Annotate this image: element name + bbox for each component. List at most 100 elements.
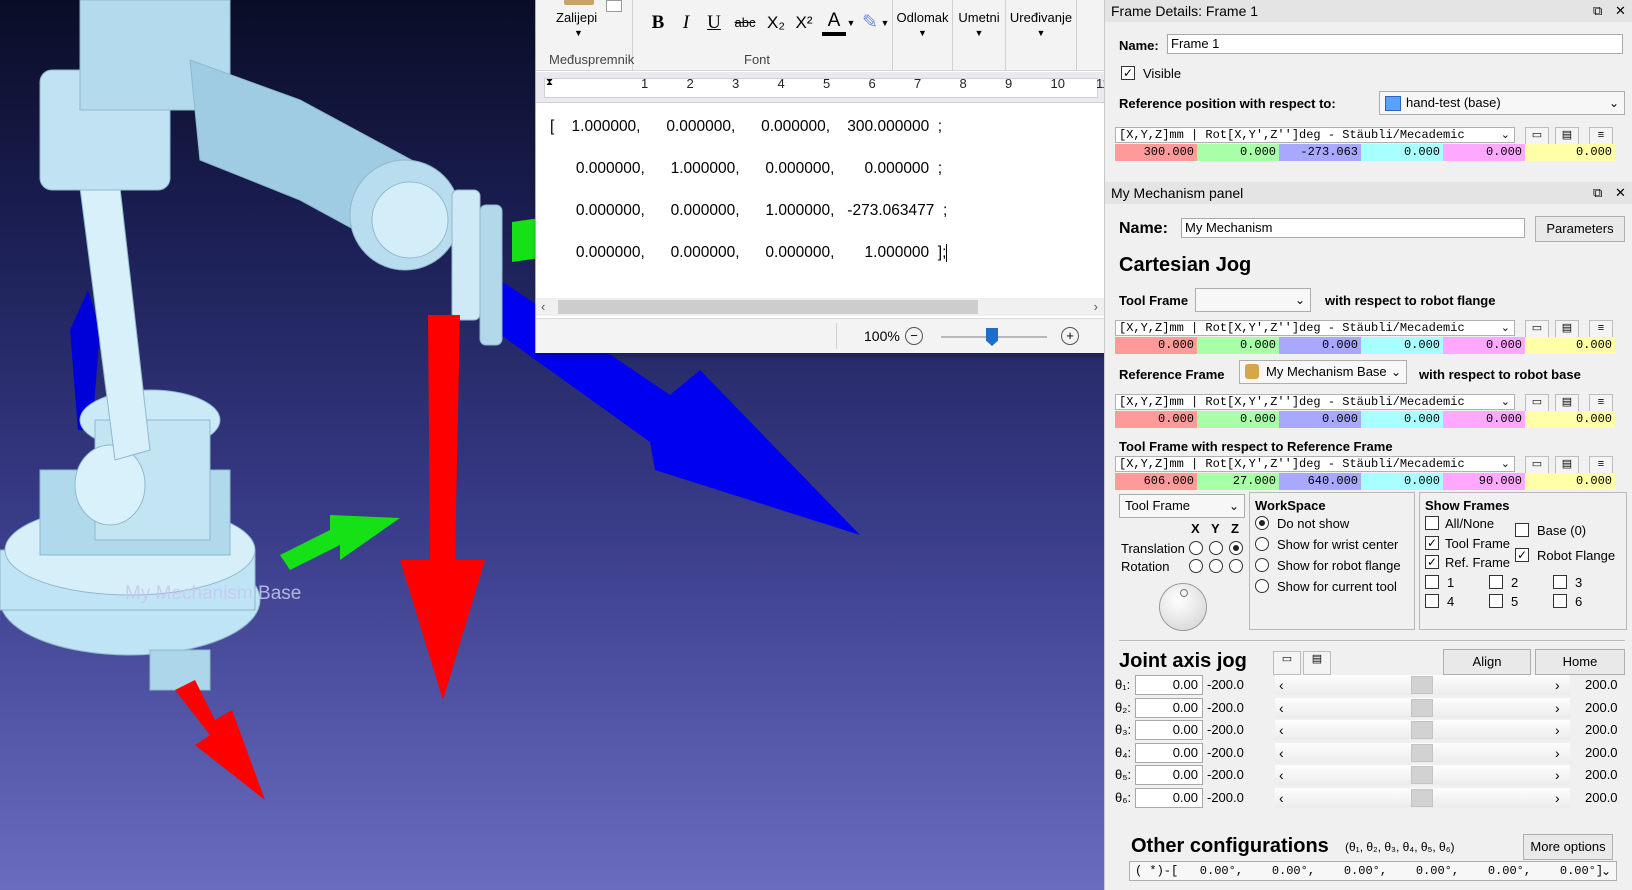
joint-slider[interactable]: ‹ › [1275, 697, 1570, 718]
ref-rx[interactable]: 0.000 [1361, 411, 1443, 428]
rotation-y-radio[interactable] [1209, 559, 1223, 573]
joint-slider[interactable]: ‹ › [1275, 675, 1570, 695]
joint-slider[interactable]: ‹ › [1275, 720, 1570, 740]
chevron-right-icon[interactable]: › [1555, 767, 1560, 783]
ruler-indent-marker[interactable]: ⧗ [546, 77, 553, 88]
superscript-button[interactable]: X² [792, 10, 816, 36]
font-color-dropdown-icon[interactable]: ▼ [846, 10, 856, 36]
chevron-left-icon[interactable]: ‹ [1279, 767, 1284, 783]
italic-button[interactable]: I [674, 10, 698, 36]
ref-x[interactable]: 0.000 [1115, 411, 1197, 428]
close-icon[interactable]: ✕ [1615, 182, 1626, 204]
chevron-right-icon[interactable]: › [1555, 700, 1560, 716]
chevron-left-icon[interactable]: ‹ [1279, 745, 1284, 761]
ref-ry[interactable]: 0.000 [1443, 411, 1525, 428]
insert-button[interactable]: Umetni [953, 10, 1005, 25]
insert-dropdown-icon[interactable]: ▼ [953, 28, 1005, 38]
reference-frame-select[interactable]: hand-test (base) ⌄ [1379, 91, 1625, 115]
copy-joints-icon[interactable]: ▭ [1273, 651, 1301, 675]
joint-slider-thumb[interactable] [1411, 743, 1433, 762]
tool-frame-checkbox[interactable]: ✓ [1425, 536, 1439, 550]
translation-x-radio[interactable] [1189, 541, 1203, 555]
jog-dial[interactable] [1159, 583, 1207, 631]
ref-y[interactable]: 0.000 [1197, 411, 1279, 428]
twr-x[interactable]: 606.000 [1115, 473, 1197, 490]
tool-x[interactable]: 0.000 [1115, 337, 1197, 354]
paste-pose-icon[interactable]: ▤ [1555, 394, 1579, 412]
scroll-right-icon[interactable]: › [1094, 298, 1098, 316]
paragraph-dropdown-icon[interactable]: ▼ [893, 28, 952, 38]
twr-z[interactable]: 640.000 [1279, 473, 1361, 490]
paste-icon[interactable] [564, 0, 594, 5]
twr-rx[interactable]: 0.000 [1361, 473, 1443, 490]
paste-dropdown-icon[interactable]: ▼ [574, 28, 583, 38]
joint-slider-thumb[interactable] [1411, 676, 1433, 694]
ref-pose-format-select[interactable]: [X,Y,Z]mm | Rot[X,Y',Z'']deg - Stäubli/M… [1115, 394, 1515, 410]
frame-3-checkbox[interactable] [1553, 575, 1567, 589]
insert-group[interactable]: Umetni ▼ [952, 0, 1005, 70]
workspace-flange-radio[interactable] [1255, 558, 1269, 572]
paragraph-group[interactable]: Odlomak ▼ [892, 0, 952, 70]
joint-value-input[interactable] [1135, 765, 1203, 785]
pose-format-select[interactable]: [X,Y,Z]mm | Rot[X,Y',Z'']deg - Stäubli/M… [1115, 127, 1515, 143]
frame-name-input[interactable] [1167, 34, 1623, 54]
ref-z[interactable]: 0.000 [1279, 411, 1361, 428]
pose-y[interactable]: 0.000 [1197, 144, 1279, 161]
zoom-out-button[interactable]: − [905, 327, 923, 345]
pose-ry[interactable]: 0.000 [1443, 144, 1525, 161]
joint-value-input[interactable] [1135, 675, 1203, 695]
home-button[interactable]: Home [1535, 649, 1625, 675]
menu-icon[interactable]: ≡ [1589, 394, 1613, 412]
ref-frame-checkbox[interactable]: ✓ [1425, 555, 1439, 569]
parameters-button[interactable]: Parameters [1535, 216, 1625, 242]
tool-rz[interactable]: 0.000 [1525, 337, 1615, 354]
chevron-left-icon[interactable]: ‹ [1279, 677, 1284, 693]
bold-button[interactable]: B [646, 10, 670, 36]
mechanism-name-input[interactable] [1181, 218, 1525, 238]
joint-slider[interactable]: ‹ › [1275, 765, 1570, 785]
workspace-do-not-show-radio[interactable] [1255, 516, 1269, 530]
tool-y[interactable]: 0.000 [1197, 337, 1279, 354]
zoom-slider-thumb[interactable] [986, 328, 998, 346]
joint-value-input[interactable] [1135, 697, 1203, 718]
chevron-right-icon[interactable]: › [1555, 677, 1560, 693]
frame-5-checkbox[interactable] [1489, 594, 1503, 608]
pose-x[interactable]: 300.000 [1115, 144, 1197, 161]
joint-slider[interactable]: ‹ › [1275, 787, 1570, 808]
configuration-select[interactable]: ( *)-[ 0.00°, 0.00°, 0.00°, 0.00°, 0.00°… [1129, 861, 1617, 881]
twr-y[interactable]: 27.000 [1197, 473, 1279, 490]
copy-icon[interactable] [606, 0, 622, 12]
chevron-right-icon[interactable]: › [1555, 790, 1560, 806]
chevron-left-icon[interactable]: ‹ [1279, 700, 1284, 716]
rotation-x-radio[interactable] [1189, 559, 1203, 573]
pose-rz[interactable]: 0.000 [1525, 144, 1615, 161]
visible-checkbox[interactable]: ✓ [1121, 66, 1135, 80]
translation-y-radio[interactable] [1209, 541, 1223, 555]
all-none-checkbox[interactable] [1425, 516, 1439, 530]
menu-icon[interactable]: ≡ [1589, 127, 1613, 145]
frame-6-checkbox[interactable] [1553, 594, 1567, 608]
jog-frame-select[interactable]: Tool Frame ⌄ [1119, 494, 1245, 518]
document-body[interactable]: [ 1.000000, 0.000000, 0.000000, 300.0000… [536, 104, 1106, 294]
workspace-wrist-radio[interactable] [1255, 537, 1269, 551]
workspace-tool-radio[interactable] [1255, 579, 1269, 593]
joint-slider-thumb[interactable] [1411, 766, 1433, 784]
paste-pose-icon[interactable]: ▤ [1555, 127, 1579, 145]
paste-button[interactable]: Zalijepi [556, 10, 597, 25]
font-color-button[interactable]: A [822, 10, 846, 36]
joint-slider-thumb[interactable] [1411, 721, 1433, 739]
highlight-dropdown-icon[interactable]: ▼ [880, 10, 890, 36]
highlight-button[interactable]: ✎ [858, 10, 882, 36]
chevron-left-icon[interactable]: ‹ [1279, 722, 1284, 738]
chevron-right-icon[interactable]: › [1555, 745, 1560, 761]
paste-pose-icon[interactable]: ▤ [1555, 456, 1579, 474]
chevron-left-icon[interactable]: ‹ [1279, 790, 1284, 806]
editing-dropdown-icon[interactable]: ▼ [1006, 28, 1076, 38]
copy-pose-icon[interactable]: ▭ [1525, 394, 1549, 412]
rotation-z-radio[interactable] [1229, 559, 1243, 573]
joint-slider[interactable]: ‹ › [1275, 742, 1570, 763]
pose-z[interactable]: -273.063 [1279, 144, 1361, 161]
copy-pose-icon[interactable]: ▭ [1525, 456, 1549, 474]
frame-4-checkbox[interactable] [1425, 594, 1439, 608]
tool-wrt-ref-format-select[interactable]: [X,Y,Z]mm | Rot[X,Y',Z'']deg - Stäubli/M… [1115, 456, 1515, 472]
